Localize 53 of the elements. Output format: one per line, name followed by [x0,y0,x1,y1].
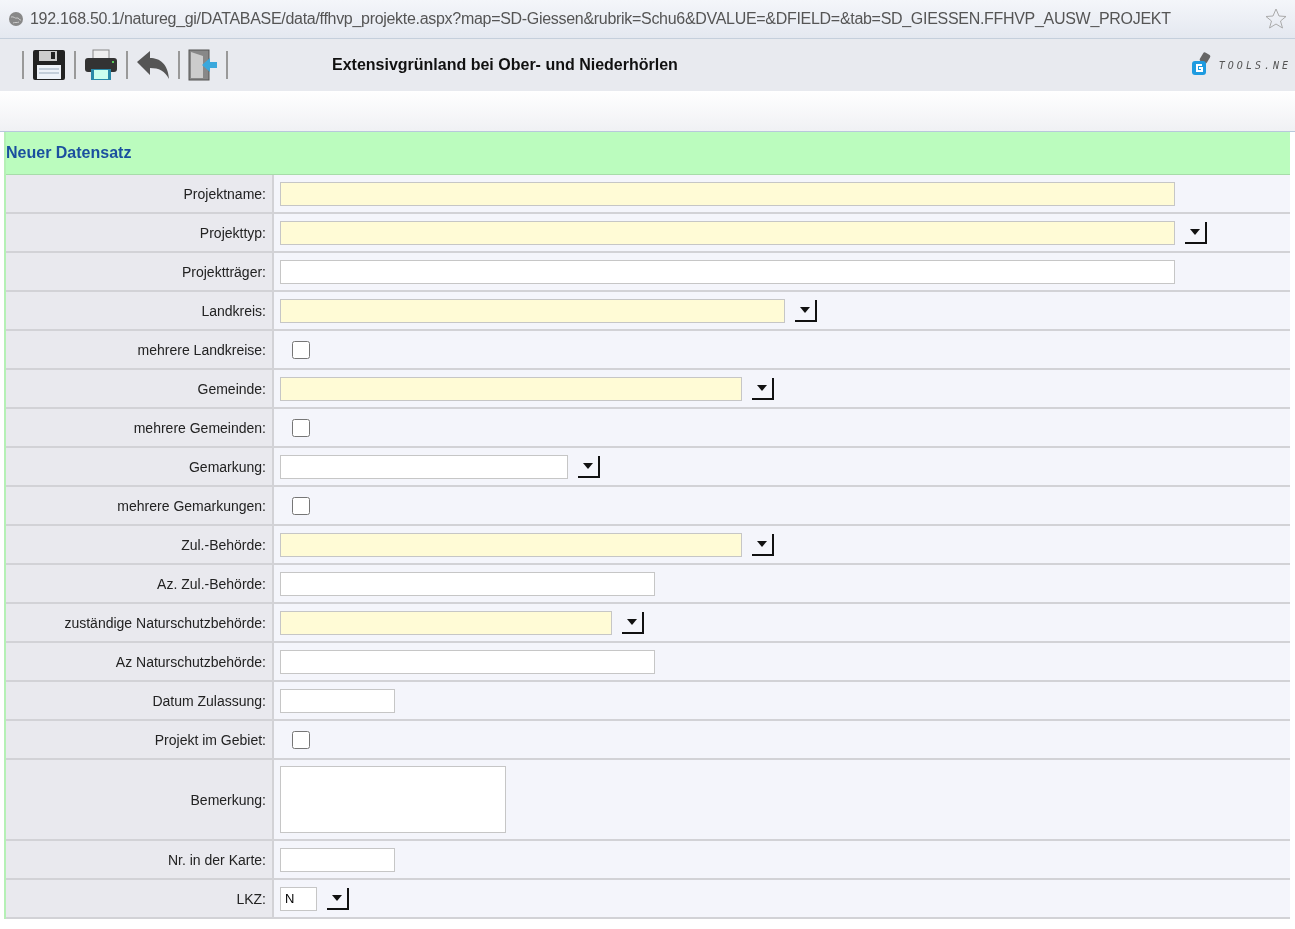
caret-icon [583,462,593,469]
field-label: Datum Zulassung: [152,692,266,709]
caret-icon [1190,228,1200,235]
field-label: Az Naturschutzbehörde: [115,653,266,670]
select-field[interactable] [280,454,568,479]
field-label: Projektname: [183,185,266,202]
field-label: Zul.-Behörde: [181,536,266,553]
caret-icon [757,384,767,391]
text-field[interactable] [280,181,1175,206]
field-label: Nr. in der Karte: [167,851,266,868]
field-label: zuständige Naturschutzbehörde: [64,614,266,631]
caret-icon [332,894,342,901]
textarea-field[interactable] [280,766,506,833]
back-arrow-icon[interactable] [136,50,170,80]
select-field[interactable] [280,298,785,323]
field-label: Projekttyp: [199,224,266,241]
checkbox[interactable] [292,418,310,437]
checkbox[interactable] [292,496,310,515]
text-field[interactable] [280,571,655,596]
field-label: mehrere Gemeinden: [133,419,266,436]
caret-icon [757,540,767,547]
select-field[interactable] [280,532,742,557]
field-label: Gemarkung: [188,458,266,475]
printer-icon[interactable] [84,49,118,81]
logo-text: TOOLS.NE [1218,59,1291,71]
select-field[interactable] [280,376,742,401]
checkbox[interactable] [292,340,310,359]
field-label: Projektträger: [181,263,266,280]
star-icon[interactable] [1265,8,1287,30]
select-field[interactable] [280,220,1175,245]
logo-icon [1190,52,1213,78]
globe-icon [8,11,24,27]
text-field[interactable] [280,688,395,713]
field-label: Gemeinde: [197,380,266,397]
text-field[interactable] [280,649,655,674]
field-label: mehrere Gemarkungen: [117,497,266,514]
caret-icon [800,306,810,313]
checkbox[interactable] [292,730,310,749]
select-field[interactable] [280,610,612,635]
field-label: Az. Zul.-Behörde: [157,575,266,592]
field-label: Bemerkung: [190,791,266,808]
text-field[interactable] [280,847,395,872]
field-label: mehrere Landkreise: [137,341,266,358]
section-header: Neuer Datensatz [6,144,132,162]
caret-icon [627,618,637,625]
field-label: LKZ: [236,890,266,907]
save-icon[interactable] [32,49,66,81]
page-title: Extensivgrünland bei Ober- und Niederhörlen [332,56,679,74]
field-label: Projekt im Gebiet: [154,731,266,748]
text-field[interactable] [280,259,1175,284]
exit-icon[interactable] [188,49,218,81]
select-field[interactable]: N [280,886,317,911]
field-label: Landkreis: [201,302,266,319]
